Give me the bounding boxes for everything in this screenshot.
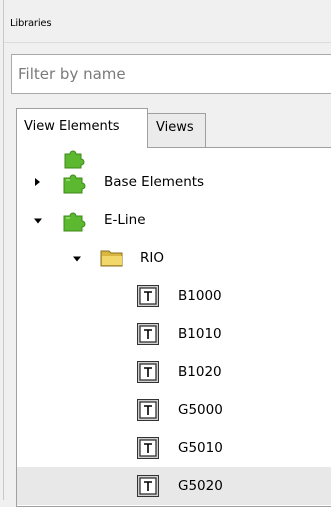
- folder-icon: [100, 250, 123, 267]
- tree-item-label: RIO: [140, 250, 164, 266]
- text-element-icon: [137, 323, 159, 345]
- tree-item-label: Base Elements: [104, 174, 205, 190]
- filter-input[interactable]: [11, 54, 331, 94]
- tree-item-label: G5020: [178, 478, 223, 494]
- panel-left-border: [3, 0, 4, 500]
- title-separator: [4, 42, 331, 43]
- tab-view-elements[interactable]: View Elements: [16, 108, 148, 148]
- tree-item-label: B1000: [178, 288, 222, 304]
- text-element-icon: [137, 361, 159, 383]
- panel-title: Libraries: [10, 18, 52, 29]
- tree-item-rio[interactable]: RIO: [17, 239, 331, 277]
- text-element-icon: [137, 437, 159, 459]
- tree-item-label: G5010: [178, 440, 223, 456]
- tab-view-elements-label: View Elements: [24, 119, 120, 134]
- tree-item-g5010[interactable]: G5010: [17, 429, 331, 467]
- tree-item-label: B1020: [178, 364, 222, 380]
- puzzle-piece-icon: [63, 174, 86, 194]
- text-element-icon: [137, 285, 159, 307]
- tree-item-b1000[interactable]: B1000: [17, 277, 331, 315]
- chevron-right-icon[interactable]: [35, 178, 40, 186]
- tree-item-b1010[interactable]: B1010: [17, 315, 331, 353]
- tree-item-base-elements[interactable]: Base Elements: [17, 163, 331, 201]
- text-element-icon: [137, 399, 159, 421]
- tree-item-label: G5000: [178, 402, 223, 418]
- text-element-icon: [137, 475, 159, 497]
- tree-item-g5020[interactable]: G5020: [17, 467, 331, 505]
- tab-views-label: Views: [156, 120, 194, 135]
- tree-item-e-line[interactable]: E-Line: [17, 201, 331, 239]
- tab-views[interactable]: Views: [147, 113, 206, 147]
- puzzle-piece-icon: [63, 212, 86, 232]
- tree-item-b1020[interactable]: B1020: [17, 353, 331, 391]
- tree-item-label: E-Line: [104, 212, 146, 228]
- chevron-down-icon[interactable]: [73, 256, 81, 262]
- library-tree[interactable]: Base Elements E-Line RIO B1000 B1010 B10…: [16, 147, 331, 507]
- tree-item-label: B1010: [178, 326, 222, 342]
- chevron-down-icon[interactable]: [34, 218, 42, 224]
- tree-item-g5000[interactable]: G5000: [17, 391, 331, 429]
